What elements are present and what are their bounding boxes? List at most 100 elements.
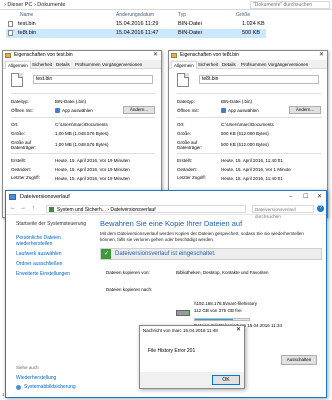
status-text: Dateiversionsverlauf ist eingeschaltet.	[115, 251, 216, 257]
filename-field[interactable]: te8t.bin	[199, 75, 319, 84]
dialog-title: Nachricht von marc 15.04.2016 11:48	[143, 328, 218, 333]
dialog-title-bar[interactable]: Nachricht von marc 15.04.2016 11:48 ✕	[140, 326, 244, 335]
filename-field[interactable]: test.bin	[33, 75, 153, 84]
dialog-title: Eigenschaften von te8t.bin	[180, 52, 239, 58]
close-icon[interactable]: ✕	[319, 51, 324, 60]
sidebar-item-restore[interactable]: Persönliche Dateien wiederherstellen	[16, 235, 86, 247]
label-size: Größe:	[177, 131, 192, 136]
file-icon	[8, 30, 13, 36]
navigation-bar: ← → ↑ System und Sicherh... › Dateiversi…	[6, 203, 326, 219]
value-open-with: App auswählen	[228, 108, 259, 113]
column-header-size[interactable]: Größe	[236, 12, 250, 18]
tab-previous-versions[interactable]: Vorgängerversionen	[266, 61, 310, 68]
value-size: 500 KB (512.000 Bytes)	[221, 131, 269, 136]
label-filetype: Dateityp:	[11, 99, 29, 104]
network-drive-icon	[176, 307, 190, 317]
open-with-value: App auswählen	[221, 108, 259, 114]
sidebar-item-select-drive[interactable]: Laufwerk auswählen	[16, 251, 62, 257]
copy-from-label: Dateien kopieren von:	[106, 270, 150, 275]
address-bar[interactable]: › Dieser PC › Dokumente "Dokumente" durc…	[0, 0, 332, 10]
file-history-icon	[9, 194, 16, 200]
properties-icon	[171, 53, 177, 58]
status-banner: ✓ Dateiversionsverlauf ist eingeschaltet…	[100, 248, 322, 260]
change-button[interactable]: Ändern...	[289, 106, 321, 114]
close-icon[interactable]: ✕	[317, 191, 322, 203]
app-icon	[221, 108, 226, 114]
copy-to-label: Dateien kopieren nach:	[106, 287, 153, 292]
turn-off-button[interactable]: Ausschalten	[281, 355, 317, 365]
change-button[interactable]: Ändern...	[123, 106, 155, 114]
value-filetype: BIN-Datei (.bin)	[221, 99, 253, 104]
column-header-name[interactable]: Name	[20, 12, 33, 18]
ok-button[interactable]: OK	[212, 375, 240, 385]
sidebar-item-system-image[interactable]: Systemabbildsicherung	[24, 384, 76, 390]
see-also-heading: Siehe auch	[16, 365, 39, 370]
search-input[interactable]: Dateiversionsverlauf durchsuchen	[252, 205, 314, 219]
sidebar-item-advanced[interactable]: Erweiterte Einstellungen	[16, 271, 70, 277]
control-panel-icon	[49, 207, 54, 212]
tab-checksums[interactable]: Prüfsummen	[239, 61, 269, 68]
copy-from-value: Bibliotheken, Desktop, Kontakte und Favo…	[176, 270, 269, 275]
page-title: Bewahren Sie eine Kopie Ihrer Dateien au…	[100, 219, 243, 228]
address-path[interactable]: System und Sicherh... › Dateiversionsver…	[46, 205, 246, 213]
close-icon[interactable]: ✕	[236, 326, 241, 335]
file-date: 15.04.2016 11:29	[116, 21, 159, 27]
close-icon[interactable]: ✕	[153, 51, 158, 60]
tab-general[interactable]: Allgemein	[5, 61, 31, 69]
help-icon[interactable]: ?	[317, 205, 324, 212]
label-filetype: Dateityp:	[177, 99, 195, 104]
value-size-on-disk: 1,00 MB (1.048.576 Bytes)	[55, 142, 109, 147]
path-text: System und Sicherh... › Dateiversionsver…	[57, 207, 156, 213]
tab-details[interactable]: Details	[54, 61, 72, 68]
tab-bar: Allgemein Sicherheit Details Prüfsummen …	[3, 60, 161, 69]
dialog-title-bar[interactable]: Eigenschaften von test.bin ✕	[3, 51, 161, 60]
value-created: Heute, 15. April 2016, 11:40:01	[221, 158, 283, 163]
window-title-bar[interactable]: Dateiversionsverlauf – ☐ ✕	[6, 191, 326, 203]
maximize-icon[interactable]: ☐	[303, 191, 308, 203]
breadcrumb[interactable]: › Dieser PC › Dokumente	[4, 2, 65, 8]
column-header-date[interactable]: Änderungsdatum	[116, 12, 154, 18]
minimize-icon[interactable]: –	[289, 191, 292, 203]
back-arrow-icon[interactable]: ←	[10, 205, 16, 211]
file-row[interactable]: test.bin 15.04.2016 11:29 BIN-Datei 1.02…	[6, 20, 266, 29]
tab-bar: Allgemein Sicherheit Details Prüfsummen …	[169, 60, 327, 69]
divider	[11, 117, 155, 118]
drive-name: \\192.168.178.5\marc-filehistory	[194, 301, 258, 306]
search-input[interactable]: "Dokumente" durchsuchen	[250, 1, 330, 9]
sidebar-item-exclude[interactable]: Ordner ausschließen	[16, 261, 62, 267]
window-title: Dateiversionsverlauf	[20, 194, 70, 200]
file-name: test.bin	[18, 21, 36, 27]
file-date: 15.04.2016 11:47	[116, 30, 159, 36]
forward-arrow-icon[interactable]: →	[20, 205, 26, 211]
label-size: Größe:	[11, 131, 26, 136]
tab-general[interactable]: Allgemein	[171, 61, 197, 69]
tab-security[interactable]: Sicherheit	[196, 61, 220, 68]
shield-icon	[16, 385, 21, 390]
file-type: BIN-Datei	[178, 21, 202, 27]
file-size: 500 KB	[242, 30, 261, 36]
tab-checksums[interactable]: Prüfsummen	[73, 61, 103, 68]
column-header-type[interactable]: Typ	[178, 12, 186, 18]
file-list: Name Änderungsdatum Typ Größe test.bin 1…	[0, 10, 332, 50]
label-accessed: Letzter Zugriff:	[177, 175, 206, 180]
app-icon	[55, 108, 60, 114]
file-row[interactable]: te8t.bin 15.04.2016 11:47 BIN-Datei 500 …	[6, 29, 266, 38]
file-icon	[11, 73, 23, 87]
drive-usage-bar	[194, 318, 250, 321]
up-arrow-icon[interactable]: ↑	[32, 205, 35, 211]
dialog-title: Eigenschaften von test.bin	[14, 52, 73, 58]
tab-details[interactable]: Details	[220, 61, 238, 68]
sidebar: Startseite der Systemsteuerung Persönlic…	[6, 215, 94, 397]
file-icon	[8, 21, 13, 27]
sidebar-item-recovery[interactable]: Wiederherstellung	[16, 375, 56, 381]
label-size-on-disk: Größe auf Datenträger:	[177, 140, 203, 150]
sidebar-item-home[interactable]: Startseite der Systemsteuerung	[16, 221, 86, 227]
drive-space: 112 GB von 375 GB frei	[194, 308, 242, 313]
label-modified: Geändert:	[11, 167, 32, 172]
divider	[177, 117, 321, 118]
divider	[11, 153, 155, 154]
tab-previous-versions[interactable]: Vorgängerversionen	[100, 61, 144, 68]
tab-security[interactable]: Sicherheit	[30, 61, 54, 68]
value-filetype: BIN-Datei (.bin)	[55, 99, 87, 104]
dialog-title-bar[interactable]: Eigenschaften von te8t.bin ✕	[169, 51, 327, 60]
